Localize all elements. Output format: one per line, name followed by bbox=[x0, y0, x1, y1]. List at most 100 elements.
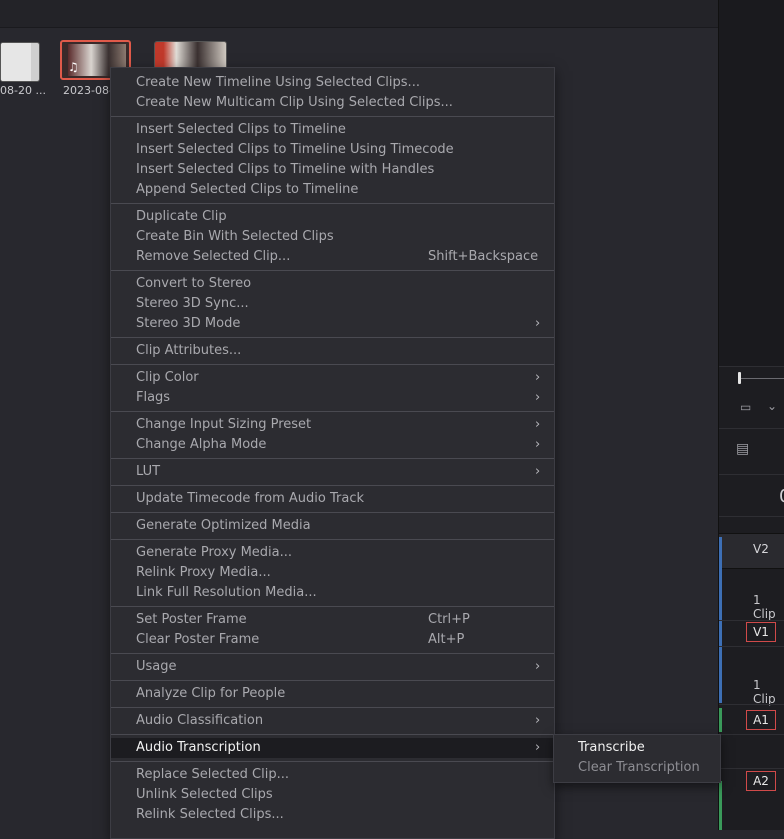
menu-item-change-input-sizing-preset[interactable]: Change Input Sizing Preset › bbox=[111, 415, 554, 435]
menu-item-label: Relink Selected Clips... bbox=[136, 807, 284, 822]
submenu-item-clear-transcription: Clear Transcription bbox=[554, 758, 720, 778]
menu-item-relink-selected-clips[interactable]: Relink Selected Clips... bbox=[111, 805, 554, 825]
menu-item-generate-proxy-media[interactable]: Generate Proxy Media... bbox=[111, 543, 554, 563]
menu-item-link-full-resolution-media[interactable]: Link Full Resolution Media... bbox=[111, 583, 554, 603]
media-pool-toolbar bbox=[0, 0, 718, 28]
menu-item-label: Create New Multicam Clip Using Selected … bbox=[136, 95, 453, 110]
menu-item-duplicate-clip[interactable]: Duplicate Clip bbox=[111, 207, 554, 227]
menu-item-clip-color[interactable]: Clip Color › bbox=[111, 368, 554, 388]
menu-item-label: Insert Selected Clips to Timeline bbox=[136, 122, 346, 137]
menu-item-create-new-timeline-using-selected-clips[interactable]: Create New Timeline Using Selected Clips… bbox=[111, 73, 554, 93]
track-badge-a2[interactable]: A2 bbox=[746, 771, 776, 791]
menu-item-audio-classification[interactable]: Audio Classification › bbox=[111, 711, 554, 731]
menu-item-label: Clear Poster Frame bbox=[136, 632, 260, 647]
chevron-right-icon: › bbox=[535, 464, 541, 479]
audio-transcription-submenu: Transcribe Clear Transcription bbox=[553, 734, 721, 783]
menu-item-shortcut: Alt+P bbox=[428, 632, 465, 647]
menu-separator bbox=[111, 680, 554, 681]
track-divider bbox=[719, 620, 784, 621]
menu-separator bbox=[111, 707, 554, 708]
clip-label-1: 08-20 ... bbox=[0, 84, 46, 97]
menu-item-label: Set Poster Frame bbox=[136, 612, 247, 627]
timecode-display: 0 bbox=[779, 486, 784, 507]
menu-item-clear-poster-frame[interactable]: Clear Poster Frame Alt+P bbox=[111, 630, 554, 650]
menu-item-label: Remove Selected Clip... bbox=[136, 249, 291, 264]
menu-item-label: Usage bbox=[136, 659, 177, 674]
music-note-icon: ♫ bbox=[68, 60, 79, 74]
track-divider bbox=[719, 768, 784, 769]
menu-separator bbox=[111, 734, 554, 735]
menu-item-clip-attributes[interactable]: Clip Attributes... bbox=[111, 341, 554, 361]
menu-item-label: Change Alpha Mode bbox=[136, 437, 267, 452]
timeline-view-icon[interactable]: ▤ bbox=[736, 441, 749, 457]
zoom-slider-handle[interactable] bbox=[738, 372, 741, 384]
menu-item-label: Audio Transcription bbox=[136, 740, 261, 755]
menu-separator bbox=[111, 761, 554, 762]
menu-item-flags[interactable]: Flags › bbox=[111, 388, 554, 408]
menu-item-convert-to-stereo[interactable]: Convert to Stereo bbox=[111, 274, 554, 294]
menu-item-append-selected-clips-to-timeline[interactable]: Append Selected Clips to Timeline bbox=[111, 180, 554, 200]
menu-item-unlink-selected-clips[interactable]: Unlink Selected Clips bbox=[111, 785, 554, 805]
chevron-down-icon[interactable]: ⌄ bbox=[767, 399, 777, 413]
menu-item-create-bin-with-selected-clips[interactable]: Create Bin With Selected Clips bbox=[111, 227, 554, 247]
menu-item-change-alpha-mode[interactable]: Change Alpha Mode › bbox=[111, 435, 554, 455]
menu-item-create-new-multicam-clip-using-selected-clips[interactable]: Create New Multicam Clip Using Selected … bbox=[111, 93, 554, 113]
menu-item-usage[interactable]: Usage › bbox=[111, 657, 554, 677]
menu-item-set-poster-frame[interactable]: Set Poster Frame Ctrl+P bbox=[111, 610, 554, 630]
menu-item-label: Clip Attributes... bbox=[136, 343, 242, 358]
menu-item-analyze-clip-for-people[interactable]: Analyze Clip for People bbox=[111, 684, 554, 704]
chevron-right-icon: › bbox=[535, 370, 541, 385]
submenu-item-transcribe[interactable]: Transcribe bbox=[554, 738, 720, 758]
menu-item-audio-transcription[interactable]: Audio Transcription › bbox=[111, 738, 554, 758]
menu-item-label: Create New Timeline Using Selected Clips… bbox=[136, 75, 420, 90]
menu-item-generate-optimized-media[interactable]: Generate Optimized Media bbox=[111, 516, 554, 536]
menu-item-shortcut: Shift+Backspace bbox=[428, 249, 539, 264]
menu-separator bbox=[111, 364, 554, 365]
menu-item-label: Stereo 3D Mode bbox=[136, 316, 241, 331]
menu-item-insert-selected-clips-to-timeline-using-timecode[interactable]: Insert Selected Clips to Timeline Using … bbox=[111, 140, 554, 160]
menu-separator bbox=[111, 512, 554, 513]
menu-item-label: Analyze Clip for People bbox=[136, 686, 286, 701]
menu-item-label: Duplicate Clip bbox=[136, 209, 227, 224]
track-badge-v1[interactable]: V1 bbox=[746, 622, 776, 642]
menu-item-remove-selected-clip[interactable]: Remove Selected Clip... Shift+Backspace bbox=[111, 247, 554, 267]
clip-thumbnail-1[interactable] bbox=[0, 42, 40, 82]
menu-item-label: Link Full Resolution Media... bbox=[136, 585, 317, 600]
menu-item-relink-proxy-media[interactable]: Relink Proxy Media... bbox=[111, 563, 554, 583]
track-divider bbox=[719, 704, 784, 705]
submenu-item-label: Clear Transcription bbox=[578, 760, 700, 775]
menu-item-insert-selected-clips-to-timeline-with-handles[interactable]: Insert Selected Clips to Timeline with H… bbox=[111, 160, 554, 180]
menu-item-label: Change Input Sizing Preset bbox=[136, 417, 312, 432]
viewer-area bbox=[719, 0, 784, 366]
menu-separator bbox=[111, 458, 554, 459]
menu-item-label: Create Bin With Selected Clips bbox=[136, 229, 334, 244]
timeline-panel: ▭ ⌄ ▤ 0 V2 1 Clip V1 1 Clip A1 A2 bbox=[718, 0, 784, 830]
menu-item-label: Append Selected Clips to Timeline bbox=[136, 182, 359, 197]
menu-item-label: LUT bbox=[136, 464, 161, 479]
menu-item-label: Replace Selected Clip... bbox=[136, 767, 289, 782]
menu-item-lut[interactable]: LUT › bbox=[111, 462, 554, 482]
filmstrip-icon[interactable]: ▭ bbox=[740, 400, 751, 414]
clip-label-2: 2023-08- bbox=[63, 84, 113, 97]
chevron-right-icon: › bbox=[535, 437, 541, 452]
menu-item-update-timecode-from-audio-track[interactable]: Update Timecode from Audio Track bbox=[111, 489, 554, 509]
menu-item-stereo-3d-sync[interactable]: Stereo 3D Sync... bbox=[111, 294, 554, 314]
zoom-slider-track[interactable] bbox=[741, 378, 784, 379]
menu-item-label: Generate Proxy Media... bbox=[136, 545, 293, 560]
panel-divider bbox=[719, 366, 784, 367]
menu-separator bbox=[111, 485, 554, 486]
audio-track-stripe bbox=[719, 708, 722, 732]
track-badge-a1[interactable]: A1 bbox=[746, 710, 776, 730]
menu-item-stereo-3d-mode[interactable]: Stereo 3D Mode › bbox=[111, 314, 554, 334]
track-name-v2: V2 bbox=[753, 542, 769, 556]
menu-item-label: Clip Color bbox=[136, 370, 199, 385]
menu-item-replace-selected-clip[interactable]: Replace Selected Clip... bbox=[111, 765, 554, 785]
menu-item-label: Update Timecode from Audio Track bbox=[136, 491, 364, 506]
menu-item-label: Unlink Selected Clips bbox=[136, 787, 273, 802]
menu-item-label: Convert to Stereo bbox=[136, 276, 252, 291]
menu-item-insert-selected-clips-to-timeline[interactable]: Insert Selected Clips to Timeline bbox=[111, 120, 554, 140]
menu-separator bbox=[111, 203, 554, 204]
menu-item-label: Relink Proxy Media... bbox=[136, 565, 271, 580]
panel-divider bbox=[719, 474, 784, 475]
menu-separator bbox=[111, 653, 554, 654]
